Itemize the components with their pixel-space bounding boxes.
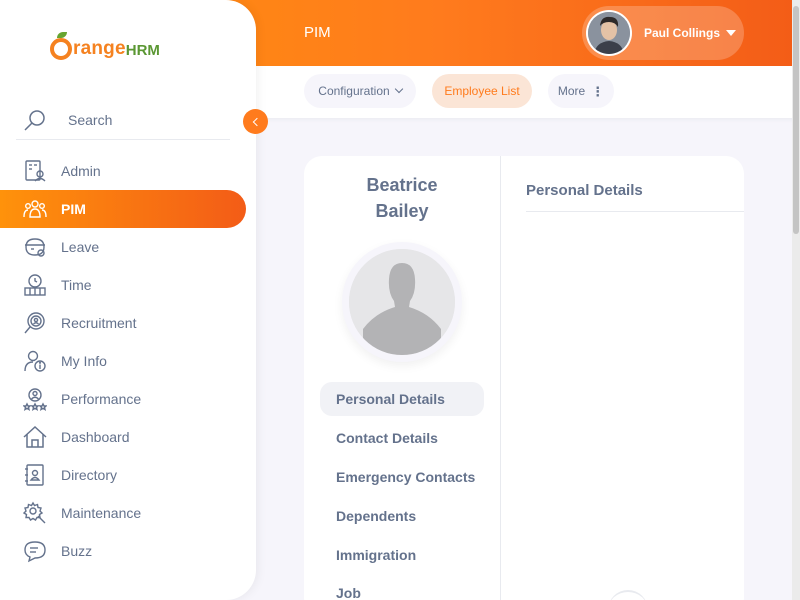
panel-title: Personal Details <box>526 182 643 199</box>
user-avatar <box>586 10 632 56</box>
time-icon <box>22 272 48 298</box>
employee-list-tab[interactable]: Employee List <box>432 74 532 108</box>
employee-list-label: Employee List <box>444 84 520 98</box>
user-name: Paul Collings <box>644 26 721 40</box>
sidebar-item-my-info[interactable]: My Info <box>0 342 246 380</box>
configuration-label: Configuration <box>318 84 390 98</box>
dashboard-icon <box>22 424 48 450</box>
page-scrollbar[interactable] <box>792 0 800 600</box>
caret-down-icon <box>726 30 737 36</box>
sidebar-item-label: My Info <box>61 353 107 369</box>
user-dropdown[interactable]: Paul Collings <box>582 6 744 60</box>
sidebar-item-label: Performance <box>61 391 142 407</box>
module-title: PIM <box>304 24 331 41</box>
search-icon <box>22 107 48 133</box>
card-divider <box>500 156 501 600</box>
scrollbar-thumb[interactable] <box>793 6 799 234</box>
sidebar-item-dashboard[interactable]: Dashboard <box>0 418 246 456</box>
sidebar-item-maintenance[interactable]: Maintenance <box>0 494 246 532</box>
sidebar-item-recruitment[interactable]: Recruitment <box>0 304 246 342</box>
collapse-sidebar-button[interactable] <box>243 109 268 134</box>
sidebar-item-time[interactable]: Time <box>0 266 246 304</box>
more-menu[interactable]: More ⋮ <box>548 74 614 108</box>
employee-first-name: Beatrice <box>366 175 438 195</box>
leave-icon <box>22 234 48 260</box>
chevron-left-icon <box>252 117 262 126</box>
default-person-icon <box>349 249 455 355</box>
tab-emergency-contacts[interactable]: Emergency Contacts <box>320 460 484 494</box>
sidebar-item-label: Buzz <box>61 543 93 559</box>
sidebar-item-label: Admin <box>61 163 101 179</box>
tab-dependents[interactable]: Dependents <box>320 499 484 533</box>
sidebar-item-label: Maintenance <box>61 505 142 521</box>
configuration-menu[interactable]: Configuration <box>304 74 416 108</box>
logo-text-range: range <box>73 38 126 59</box>
tab-personal-details[interactable]: Personal Details <box>320 382 484 416</box>
sidebar-item-performance[interactable]: Performance <box>0 380 246 418</box>
buzz-icon <box>22 538 48 564</box>
sidebar-item-pim[interactable]: PIM <box>0 190 246 228</box>
maintenance-icon <box>22 500 48 526</box>
sidebar-search[interactable]: Search <box>16 104 230 140</box>
logo-text-hrm: HRM <box>125 42 160 59</box>
directory-icon <box>22 462 48 488</box>
logo-orange-icon <box>50 32 72 60</box>
my-info-icon <box>22 348 48 374</box>
tab-job[interactable]: Job <box>320 576 484 600</box>
panel-divider <box>526 211 744 212</box>
more-label: More <box>557 84 586 98</box>
sidebar-item-admin[interactable]: Admin <box>0 152 246 190</box>
sidebar-item-buzz[interactable]: Buzz <box>0 532 246 570</box>
recruitment-icon <box>22 310 48 336</box>
pim-icon <box>22 196 48 222</box>
sidebar-item-leave[interactable]: Leave <box>0 228 246 266</box>
employee-name: Beatrice Bailey <box>304 172 500 224</box>
sidebar-item-label: Dashboard <box>61 429 130 445</box>
performance-icon <box>22 386 48 412</box>
sidebar: range HRM Search Admin PIM Leave Time Re… <box>0 0 256 600</box>
tab-immigration[interactable]: Immigration <box>320 538 484 572</box>
search-label: Search <box>68 111 113 128</box>
employee-last-name: Bailey <box>375 201 429 221</box>
employee-photo[interactable] <box>342 242 462 362</box>
sidebar-item-label: Leave <box>61 239 100 255</box>
sidebar-item-label: Recruitment <box>61 315 137 331</box>
tab-contact-details[interactable]: Contact Details <box>320 421 484 455</box>
sidebar-item-label: Directory <box>61 467 118 483</box>
chevron-down-icon <box>394 84 403 94</box>
more-dots-icon: ⋮ <box>591 83 605 99</box>
sidebar-item-label: PIM <box>61 201 86 217</box>
admin-icon <box>22 158 48 184</box>
orangehrm-logo[interactable]: range HRM <box>50 32 160 66</box>
sidebar-item-label: Time <box>61 277 92 293</box>
sub-nav: Configuration Employee List More ⋮ <box>256 66 800 118</box>
sidebar-item-directory[interactable]: Directory <box>0 456 246 494</box>
